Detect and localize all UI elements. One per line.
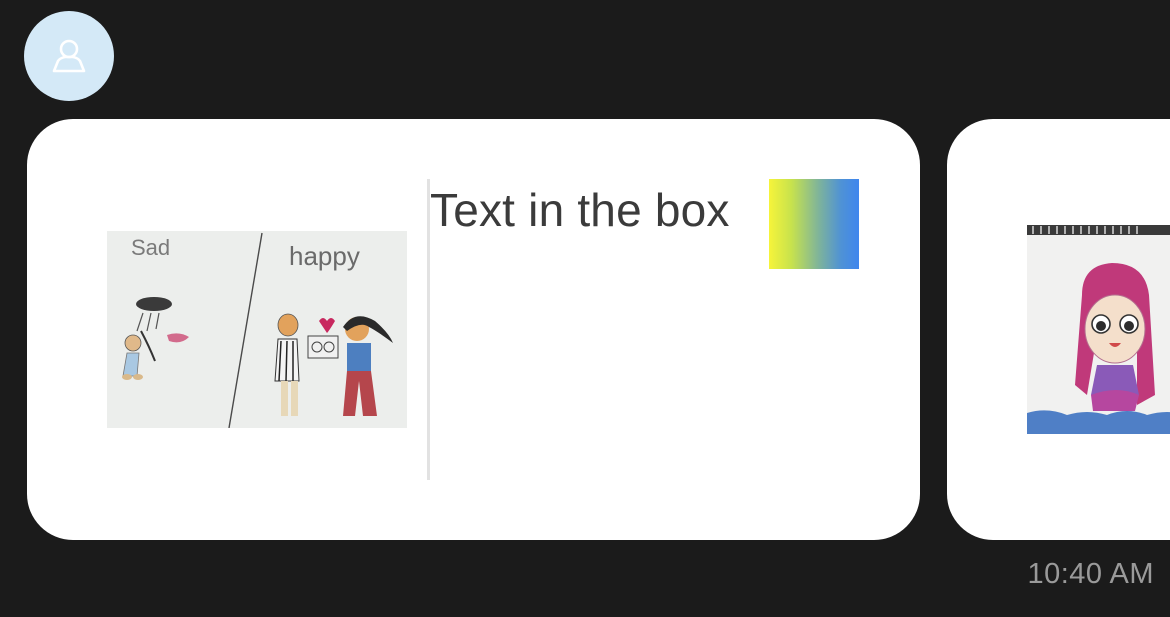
- chat-thread: Sad happy Text in the box 10:40 AM: [0, 0, 1170, 617]
- gradient-swatch: [769, 179, 859, 269]
- message-card[interactable]: Sad happy Text in the box: [27, 119, 920, 540]
- kids-drawing-image[interactable]: Sad happy: [107, 231, 407, 428]
- person-outline-icon: [52, 39, 86, 73]
- drawing-word-happy: happy: [289, 241, 360, 271]
- message-timestamp: 10:40 AM: [1027, 558, 1154, 590]
- message-card-next[interactable]: [947, 119, 1170, 540]
- sender-avatar[interactable]: [24, 11, 114, 101]
- box-text: Text in the box: [430, 184, 730, 236]
- drawing-word-sad: Sad: [131, 235, 170, 260]
- mermaid-drawing-image[interactable]: [1027, 225, 1170, 434]
